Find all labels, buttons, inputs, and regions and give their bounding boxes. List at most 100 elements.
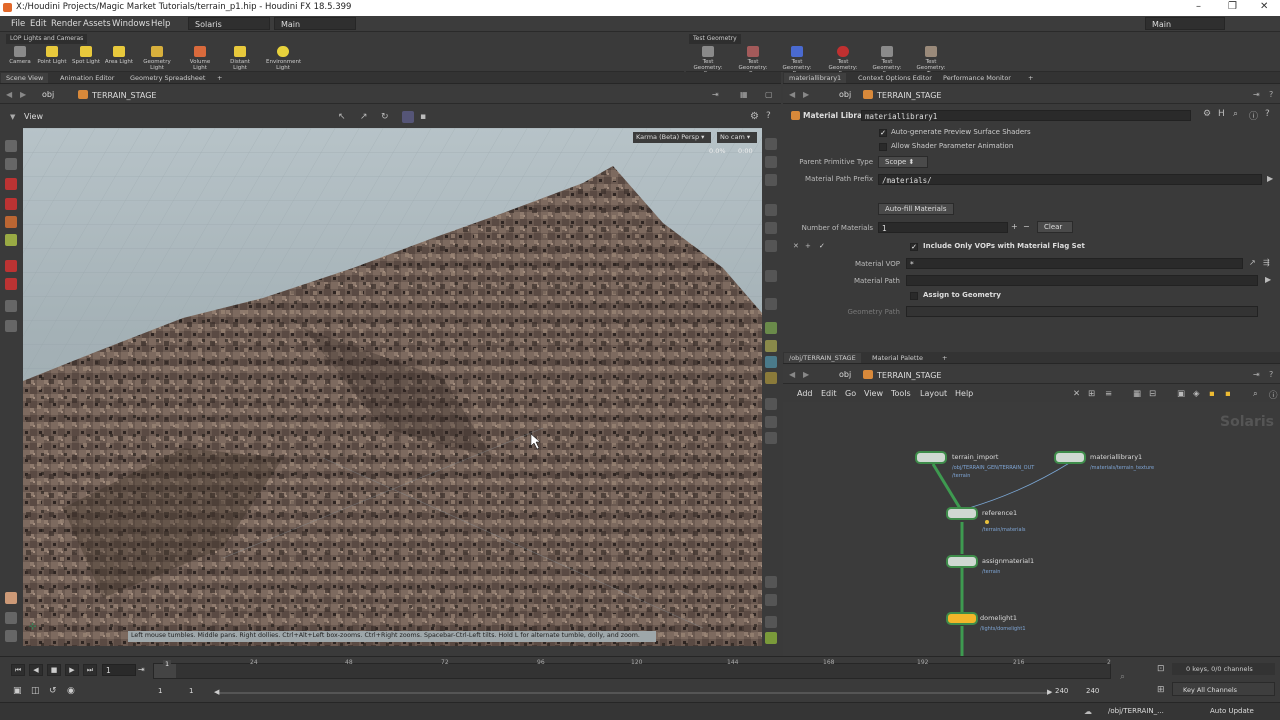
net-menu-help[interactable]: Help (955, 389, 973, 398)
pin-icon[interactable]: ⇥ (1253, 90, 1260, 99)
camera-tool-icon[interactable] (5, 320, 17, 332)
display-option-icon[interactable] (765, 594, 777, 606)
display-option-icon[interactable] (765, 576, 777, 588)
lock-camera-icon[interactable] (765, 174, 777, 186)
net-menu-add[interactable]: Add (797, 389, 813, 398)
forward-icon[interactable]: ▶ (20, 90, 26, 99)
net-menu-layout[interactable]: Layout (920, 389, 947, 398)
display-option-icon[interactable] (765, 340, 777, 352)
tool-area-light[interactable]: Area Light (102, 46, 136, 65)
gear-icon[interactable]: ⚙ (750, 111, 759, 122)
jump-icon[interactable]: ↗ (1249, 258, 1256, 267)
scene-viewport[interactable]: Karma (Beta) Persp ▾ No cam ▾ 0.0% 0:00 … (23, 128, 762, 646)
wire-tool-icon[interactable]: ✕ (1073, 389, 1080, 399)
select-icon[interactable]: ↖ (338, 112, 346, 122)
back-icon[interactable]: ◀ (789, 370, 795, 379)
tab-materiallibrary1[interactable]: materiallibrary1 (784, 73, 847, 83)
tool-distant-light[interactable]: Distant Light (223, 46, 257, 71)
image-icon[interactable]: ▣ (1177, 389, 1185, 399)
channels-icon[interactable]: ⊞ (1157, 685, 1165, 695)
entry-enabled-icon[interactable]: ✓ (819, 242, 825, 250)
node-reference1[interactable] (946, 507, 978, 520)
path-context[interactable]: obj (42, 90, 54, 99)
tab-performance-monitor[interactable]: Performance Monitor (938, 73, 1016, 83)
net-menu-go[interactable]: Go (845, 389, 856, 398)
path-node[interactable]: TERRAIN_STAGE (863, 90, 941, 100)
node-terrain-import[interactable] (915, 451, 947, 464)
back-icon[interactable]: ◀ (789, 90, 795, 99)
add-tab-icon[interactable]: + (212, 73, 227, 83)
transform-icon[interactable]: ↗ (360, 112, 368, 122)
rotate-icon[interactable]: ↻ (381, 112, 389, 122)
network-editor[interactable]: Solaris terrain_import /obj/TERRAIN_GEN/… (783, 402, 1280, 656)
help-icon[interactable]: ? (1265, 109, 1270, 119)
search-icon[interactable]: ⌕ (1253, 389, 1258, 399)
tab-context-options[interactable]: Context Options Editor (853, 73, 937, 83)
display-option-icon[interactable] (765, 138, 777, 150)
mat-vop-field[interactable]: * (906, 258, 1243, 269)
menu-render[interactable]: Render (51, 19, 81, 29)
display-option-icon[interactable] (765, 372, 777, 384)
flipbook-icon[interactable] (5, 592, 17, 604)
loop-icon[interactable]: ↺ (49, 686, 57, 696)
snap-tool-icon[interactable] (5, 278, 17, 290)
node-chooser-icon[interactable]: ⇶ (1263, 258, 1270, 267)
magnet-icon[interactable] (5, 260, 17, 272)
tool-spot-light[interactable]: Spot Light (69, 46, 103, 65)
remove-entry-icon[interactable]: ✕ (793, 242, 799, 250)
maximize-icon[interactable]: ❐ (1228, 1, 1237, 12)
layout-icon[interactable]: ▦ (740, 90, 748, 99)
range-end[interactable]: 240 (1055, 687, 1068, 695)
path-node[interactable]: TERRAIN_STAGE (863, 370, 941, 380)
info-icon[interactable] (765, 616, 777, 628)
autofill-button[interactable]: Auto-fill Materials (878, 203, 954, 215)
add-material-icon[interactable]: + (1011, 222, 1018, 231)
grid-icon[interactable]: ▦ (1133, 389, 1141, 399)
tool-environment-light[interactable]: Environment Light (266, 46, 301, 71)
node-domelight1[interactable] (946, 612, 978, 625)
add-tab-icon[interactable]: + (1023, 73, 1038, 83)
renderer-dropdown[interactable]: Karma (Beta) Persp ▾ (633, 132, 711, 143)
net-menu-tools[interactable]: Tools (891, 389, 911, 398)
audio-icon[interactable]: ▣ (13, 686, 22, 696)
zoom-timeline-icon[interactable]: ⌕ (1120, 672, 1125, 682)
step-back-icon[interactable]: ◀ (29, 664, 43, 676)
display-option-icon[interactable] (765, 222, 777, 234)
path-context[interactable]: obj (839, 90, 851, 99)
menu-file[interactable]: File (11, 19, 25, 29)
display-option-icon[interactable] (765, 240, 777, 252)
display-option-icon[interactable] (765, 416, 777, 428)
camera-dropdown[interactable]: No cam ▾ (717, 132, 757, 143)
snap-icon[interactable]: ▪ (420, 112, 426, 122)
range-slider[interactable] (217, 692, 1051, 694)
display-option-icon[interactable] (765, 398, 777, 410)
shelf-tab-test-geometry[interactable]: Test Geometry (689, 34, 741, 44)
tool-point-light[interactable]: Point Light (35, 46, 69, 65)
first-frame-icon[interactable]: ⏮ (11, 664, 25, 676)
range-handle-left[interactable]: ◀ (214, 688, 219, 696)
select-tool-icon[interactable] (5, 140, 17, 152)
close-icon[interactable]: ✕ (1260, 1, 1268, 12)
tool-volume-light[interactable]: Volume Light (183, 46, 217, 71)
tab-material-palette[interactable]: Material Palette (867, 353, 928, 363)
add-tab-icon[interactable]: + (937, 353, 952, 363)
list-icon[interactable]: ≡ (1105, 389, 1112, 399)
path-context[interactable]: obj (839, 370, 851, 379)
remove-material-icon[interactable]: − (1023, 222, 1030, 231)
clear-button[interactable]: Clear (1037, 221, 1073, 233)
geo-path-field[interactable] (906, 306, 1258, 317)
display-option-icon[interactable] (765, 298, 777, 310)
maximize-pane-icon[interactable]: ▢ (765, 90, 773, 99)
num-materials-field[interactable]: 1 (878, 222, 1008, 233)
menu-windows[interactable]: Windows (112, 19, 150, 29)
expand-icon[interactable]: ▶ (1265, 275, 1271, 284)
view-menu-icon[interactable]: ▼ (10, 113, 15, 121)
node-name-field[interactable]: materiallibrary1 (861, 110, 1191, 121)
color-palette-icon[interactable]: ◈ (1193, 389, 1200, 399)
view-tool-icon[interactable] (5, 300, 17, 312)
net-menu-view[interactable]: View (864, 389, 883, 398)
keyframe-icon[interactable]: ⊡ (1157, 664, 1165, 674)
pin-icon[interactable]: ⇥ (1253, 370, 1260, 379)
assign-geometry-checkbox[interactable] (910, 292, 918, 300)
display-option-icon[interactable] (765, 632, 777, 644)
